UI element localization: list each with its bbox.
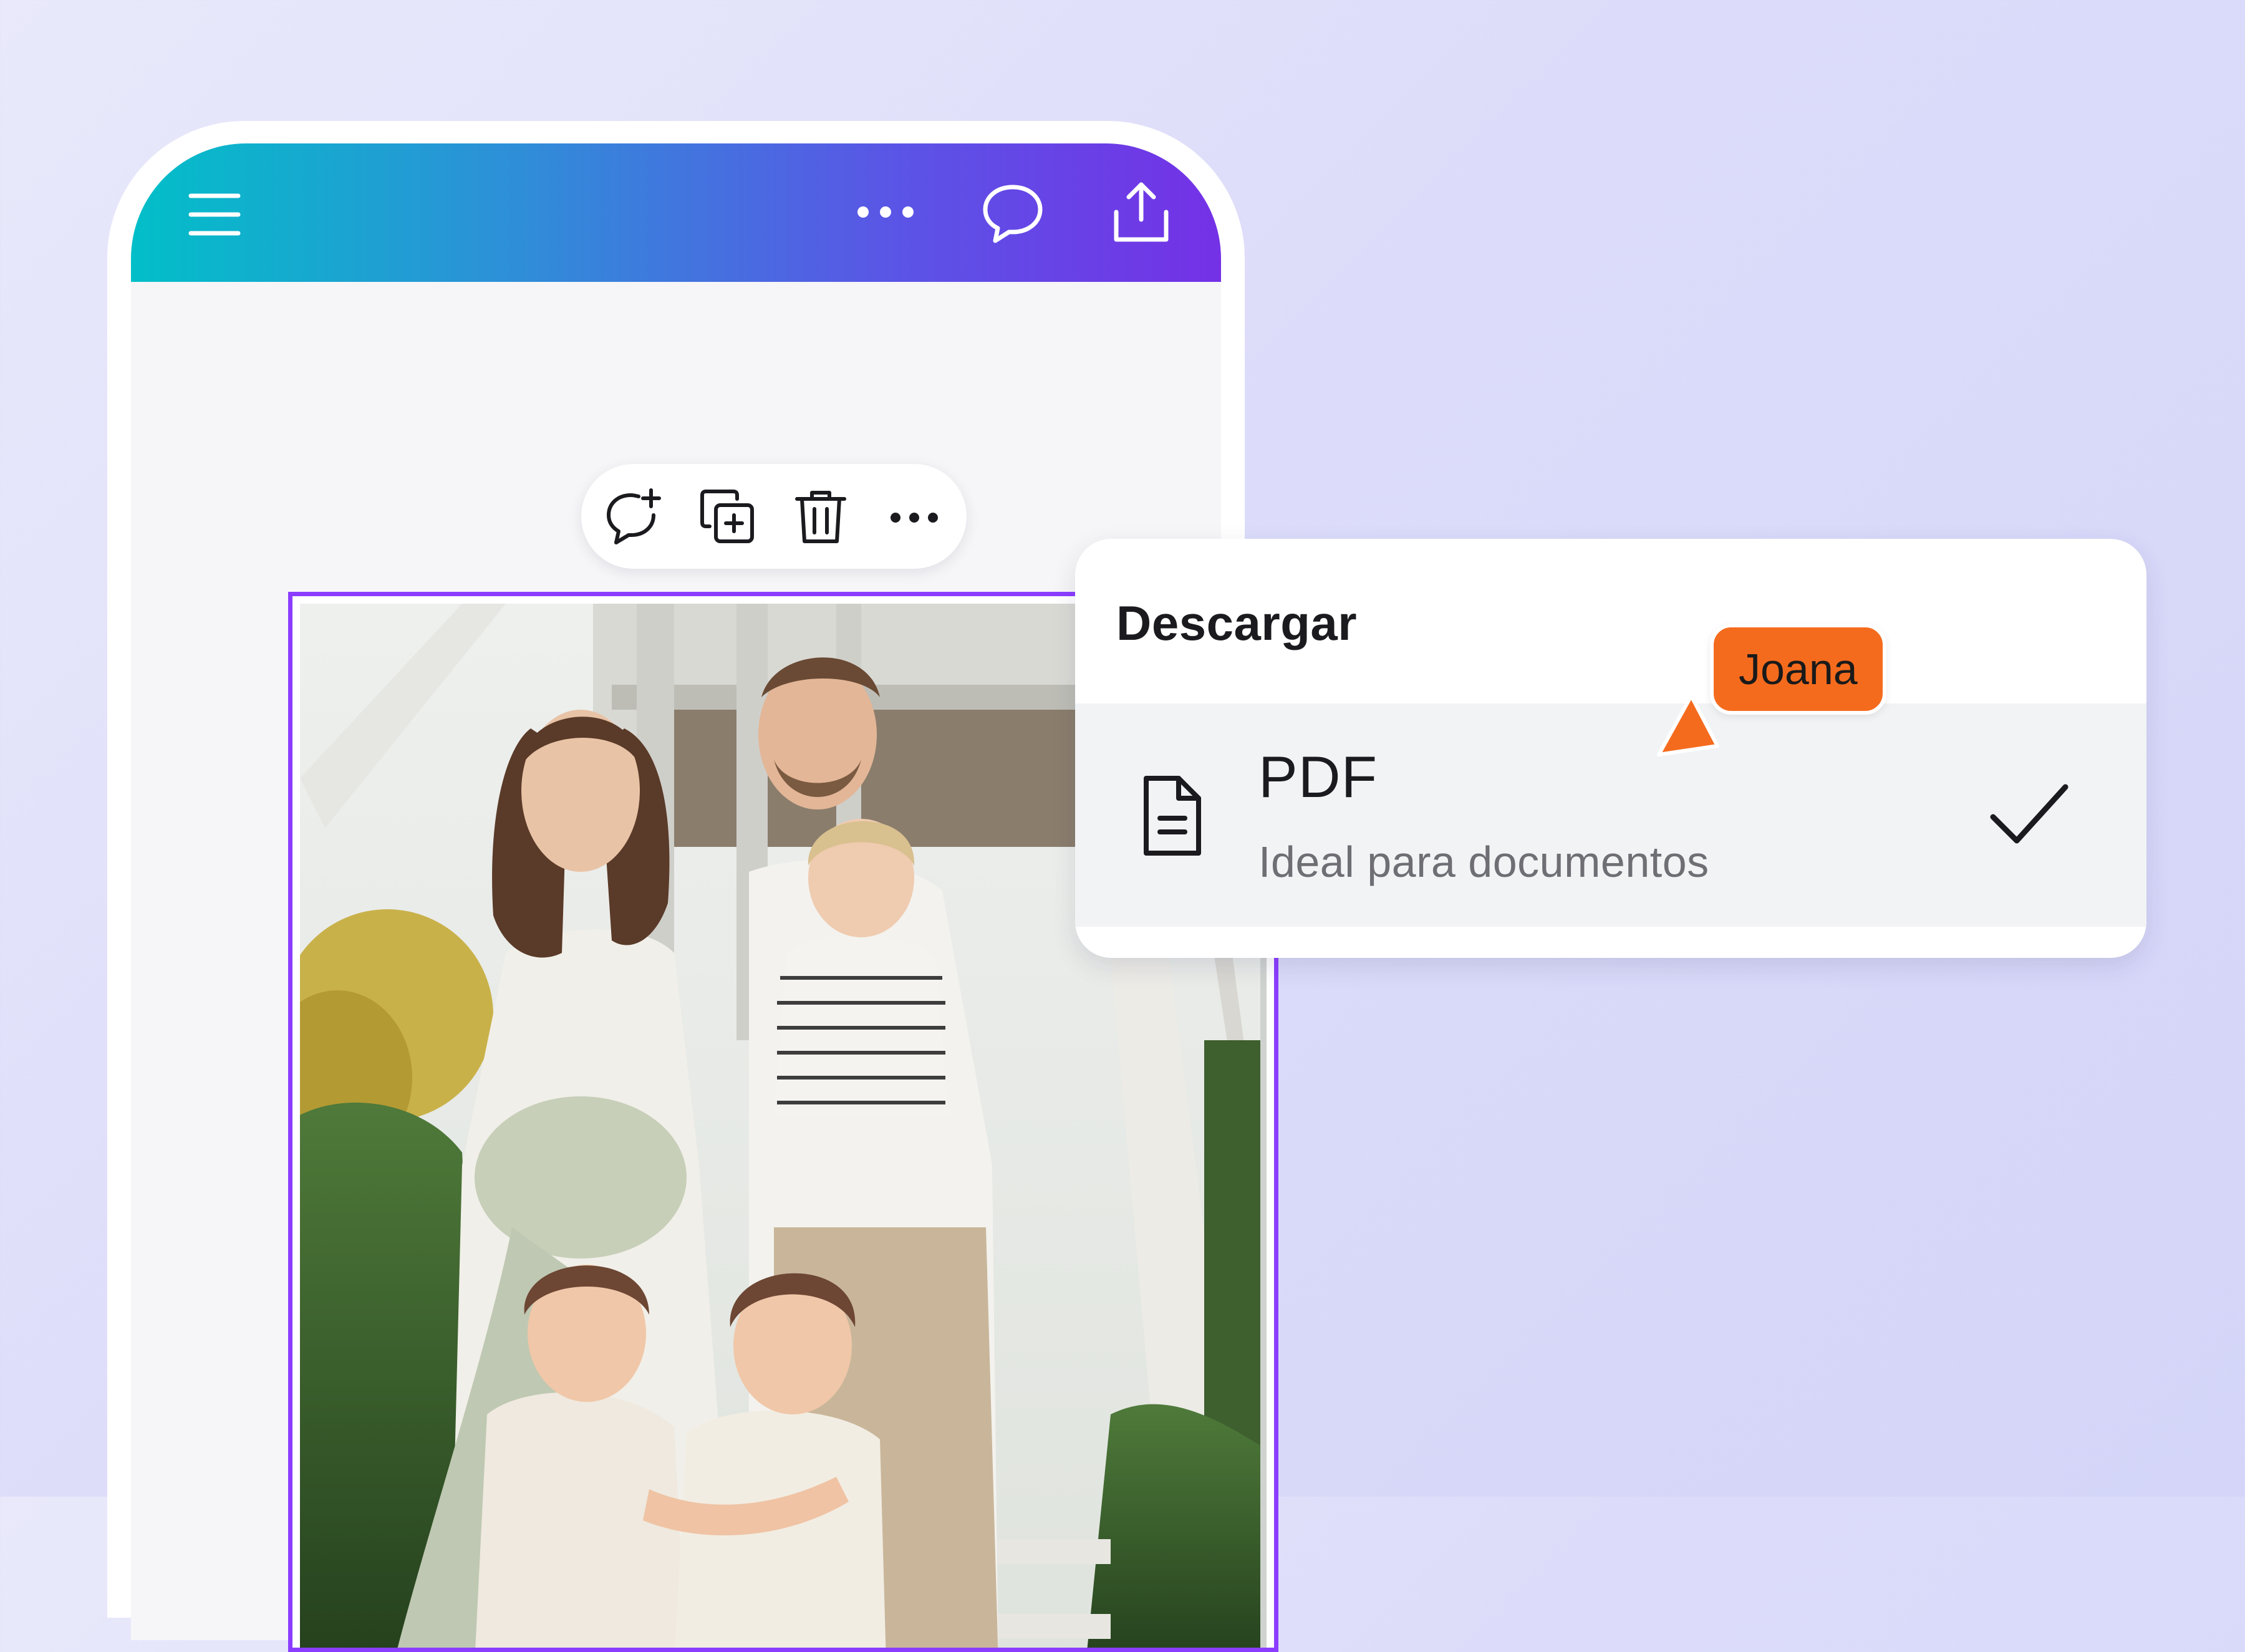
top-bar [131, 143, 1221, 282]
document-icon [1144, 776, 1201, 856]
duplicate-icon[interactable] [696, 485, 758, 548]
comment-icon[interactable] [980, 182, 1045, 244]
download-panel: Descargar PDF Ideal para documentos [1075, 539, 2146, 958]
more-icon[interactable] [883, 485, 945, 548]
collaborator-name-tag: Joana [1710, 624, 1886, 715]
share-icon[interactable] [1111, 180, 1171, 244]
element-toolbar [581, 464, 967, 569]
download-title: Descargar [1116, 596, 1358, 650]
add-comment-icon[interactable] [602, 485, 665, 548]
option-description: Ideal para documentos [1258, 838, 1709, 886]
option-name: PDF [1258, 744, 1378, 809]
menu-icon[interactable] [187, 191, 243, 238]
checkmark-icon [1990, 784, 2069, 844]
more-icon[interactable] [854, 200, 917, 225]
delete-icon[interactable] [789, 485, 852, 548]
pdf-option[interactable]: PDF Ideal para documentos [1075, 703, 2146, 927]
phone-frame [107, 121, 1278, 1652]
